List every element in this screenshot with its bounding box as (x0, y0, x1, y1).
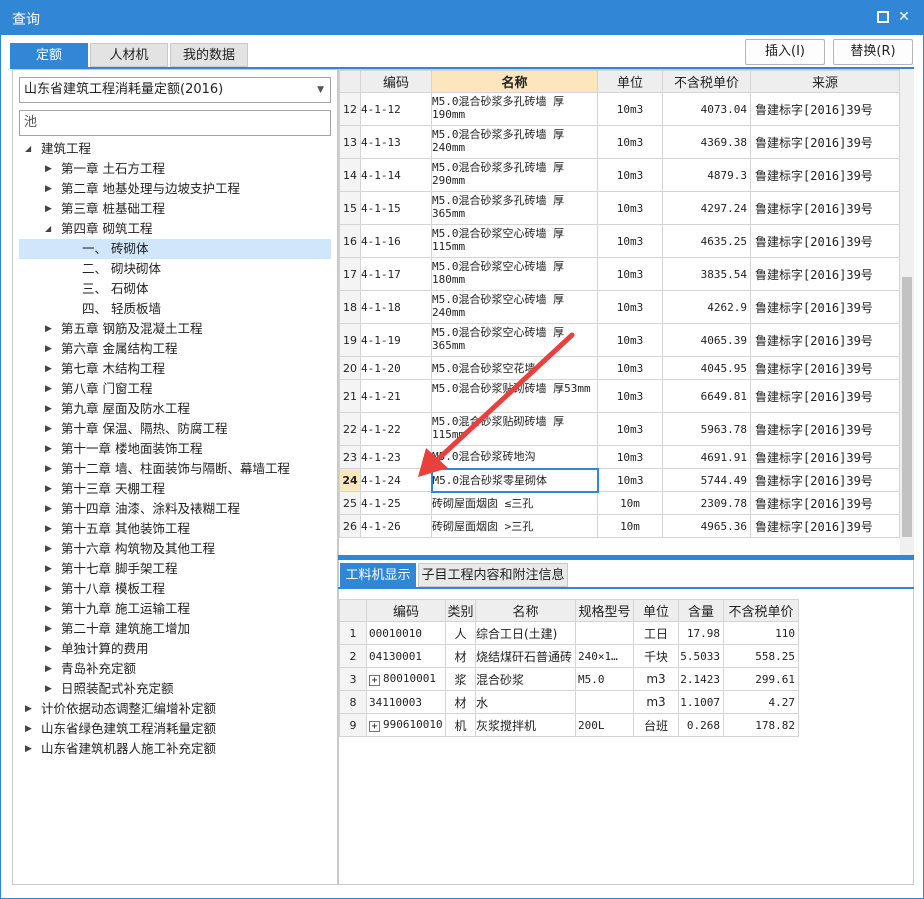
annotation-overlay (418, 332, 575, 477)
annotation-arrow-line (433, 332, 575, 464)
